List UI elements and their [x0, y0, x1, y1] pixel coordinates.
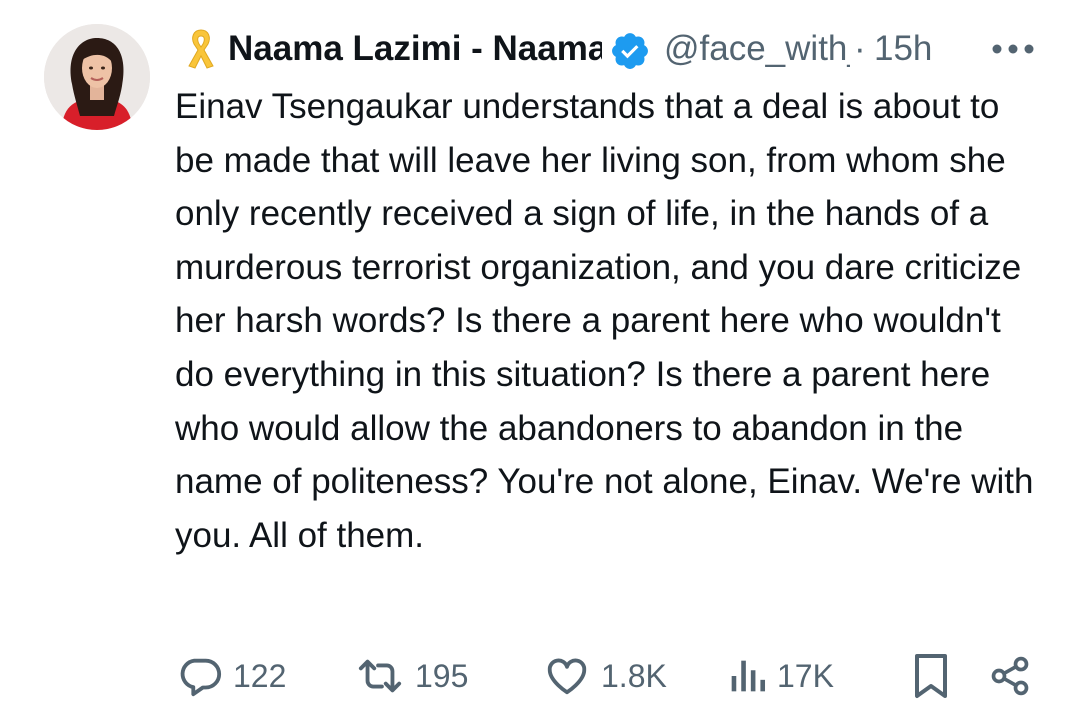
share-button[interactable] [988, 648, 1032, 704]
heart-icon [547, 658, 587, 695]
avatar[interactable] [44, 24, 150, 130]
handle[interactable]: @face_with_naama [664, 27, 850, 71]
retweet-count: 195 [415, 657, 469, 694]
retweet-icon [358, 659, 402, 693]
views-count: 17K [777, 657, 834, 694]
bookmark-icon [915, 654, 947, 698]
reply-button[interactable]: 122 [177, 648, 286, 704]
timestamp[interactable]: 15h [874, 27, 932, 71]
yellow-ribbon-icon [188, 29, 214, 69]
reply-icon [180, 658, 222, 697]
tweet: Naama Lazimi - Naama Lazimi @face_with_n… [0, 0, 1080, 720]
verified-badge-icon [612, 33, 648, 69]
reply-count: 122 [233, 657, 287, 694]
views-button[interactable]: 17K [727, 648, 834, 704]
tweet-header: Naama Lazimi - Naama Lazimi @face_with_n… [178, 22, 1038, 78]
bookmark-button[interactable] [911, 648, 951, 704]
like-button[interactable]: 1.8K [543, 648, 667, 704]
more-options-icon[interactable] [988, 34, 1038, 64]
action-bar: 122 195 1.8K 17K [175, 648, 1035, 704]
avatar-image [44, 24, 150, 130]
separator-dot: · [854, 29, 866, 68]
tweet-text: Einav Tsengaukar understands that a deal… [175, 87, 1034, 555]
like-count: 1.8K [601, 657, 667, 694]
views-icon [731, 660, 766, 692]
display-name[interactable]: Naama Lazimi - Naama Lazimi [228, 27, 602, 71]
share-icon [991, 656, 1029, 696]
retweet-button[interactable]: 195 [355, 648, 468, 704]
